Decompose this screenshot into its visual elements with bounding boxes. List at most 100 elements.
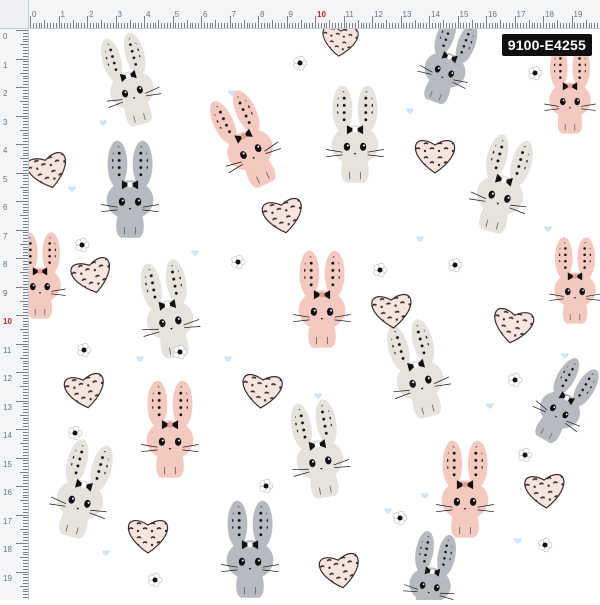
ruler-minor-tick: [443, 20, 445, 28]
ruler-major-tick: [16, 372, 28, 373]
ruler-left-label: 7: [3, 231, 8, 241]
ruler-minor-tick: [517, 23, 519, 28]
ruler-minor-tick: [23, 297, 28, 299]
ruler-minor-tick: [23, 32, 28, 34]
ruler-minor-tick: [23, 166, 28, 168]
ruler-minor-tick: [23, 437, 28, 439]
ruler-minor-tick: [23, 109, 28, 111]
ruler-minor-tick: [446, 23, 448, 28]
ruler-minor-tick: [23, 181, 28, 183]
ruler-minor-tick: [23, 89, 28, 91]
ruler-minor-tick: [23, 568, 28, 570]
ruler-minor-tick: [354, 23, 356, 28]
ruler-top-label: 11: [345, 10, 354, 19]
ruler-minor-tick: [163, 23, 165, 28]
ruler-minor-tick: [23, 377, 28, 379]
ruler-major-tick: [16, 343, 28, 345]
leopard-heart-12: [322, 25, 359, 57]
ruler-minor-tick: [346, 23, 348, 28]
flower-icon: [293, 55, 308, 71]
ruler-minor-tick: [183, 23, 185, 28]
ruler-minor-tick: [588, 23, 590, 28]
ruler-minor-tick: [23, 540, 28, 542]
ruler-minor-tick: [23, 209, 28, 211]
ruler-minor-tick: [23, 138, 28, 140]
ruler-minor-tick: [580, 23, 582, 28]
ruler-minor-tick: [23, 206, 28, 208]
ruler-minor-tick: [505, 23, 507, 28]
ruler-minor-tick: [23, 238, 28, 240]
ruler-minor-tick: [562, 23, 564, 28]
ruler-major-tick: [229, 16, 231, 28]
ruler-minor-tick: [72, 20, 74, 28]
ruler-minor-tick: [23, 349, 28, 351]
ruler-left-label: 14: [3, 431, 12, 440]
ruler-minor-tick: [181, 23, 183, 28]
flower-icon: [508, 372, 523, 388]
ruler-minor-tick: [246, 23, 248, 28]
ruler-left-label: 3: [3, 117, 8, 127]
ruler-minor-tick: [23, 537, 28, 539]
ruler-minor-tick: [23, 460, 28, 462]
bunny-head-16: [49, 439, 113, 539]
ruler-minor-tick: [480, 23, 482, 28]
bunny-head-13: [290, 399, 351, 499]
ruler-minor-tick: [23, 505, 28, 507]
ruler-minor-tick: [545, 23, 547, 28]
ruler-minor-tick: [23, 420, 28, 422]
ruler-minor-tick: [317, 23, 319, 28]
ruler-major-tick: [343, 16, 345, 28]
ruler-minor-tick: [23, 451, 28, 453]
ruler-minor-tick: [23, 55, 28, 57]
ruler-minor-tick: [23, 423, 28, 425]
ruler-minor-tick: [23, 406, 28, 408]
ruler-minor-tick: [195, 23, 197, 28]
bunny-head-12: [141, 380, 199, 478]
ruler-major-tick: [400, 16, 402, 28]
ruler-major-tick: [16, 514, 28, 516]
ruler-minor-tick: [23, 337, 28, 339]
ruler-minor-tick: [23, 152, 28, 154]
ruler-minor-tick: [20, 329, 28, 331]
small-heart-icon: [136, 355, 144, 362]
ruler-minor-tick: [20, 186, 28, 188]
ruler-minor-tick: [106, 23, 108, 28]
ruler-minor-tick: [206, 23, 208, 28]
ruler-minor-tick: [23, 255, 28, 257]
ruler-minor-tick: [235, 23, 237, 28]
ruler-minor-tick: [23, 198, 28, 200]
ruler-minor-tick: [52, 23, 54, 28]
ruler-minor-tick: [23, 591, 28, 593]
ruler-minor-tick: [329, 20, 331, 28]
ruler-minor-tick: [326, 23, 328, 28]
ruler-major-tick: [58, 16, 60, 28]
ruler-major-tick: [16, 115, 28, 117]
leopard-heart-11: [318, 553, 359, 589]
ruler-minor-tick: [23, 354, 28, 356]
leopard-heart-9: [524, 474, 565, 509]
ruler-minor-tick: [23, 474, 28, 476]
ruler-minor-tick: [23, 389, 28, 391]
ruler-minor-tick: [377, 23, 379, 28]
ruler-minor-tick: [537, 23, 539, 28]
ruler-minor-tick: [334, 23, 336, 28]
leopard-heart-7: [63, 373, 104, 409]
ruler-minor-tick: [23, 534, 28, 536]
ruler-minor-tick: [23, 360, 28, 362]
ruler-minor-tick: [23, 223, 28, 225]
bunny-head-5: [101, 140, 159, 238]
ruler-left-label: 13: [3, 402, 12, 412]
ruler-minor-tick: [389, 23, 391, 28]
ruler-minor-tick: [212, 23, 214, 28]
ruler-major-tick: [16, 457, 28, 459]
ruler-minor-tick: [23, 126, 28, 128]
ruler-top-label: 0: [32, 10, 37, 19]
bunny-head-18: [402, 531, 456, 605]
ruler-minor-tick: [440, 23, 442, 28]
ruler-minor-tick: [582, 23, 584, 28]
ruler-left-label: 18: [3, 545, 12, 554]
ruler-left-label: 0: [3, 32, 8, 41]
ruler-minor-tick: [23, 397, 28, 399]
ruler-minor-tick: [23, 383, 28, 385]
ruler-minor-tick: [23, 463, 28, 465]
